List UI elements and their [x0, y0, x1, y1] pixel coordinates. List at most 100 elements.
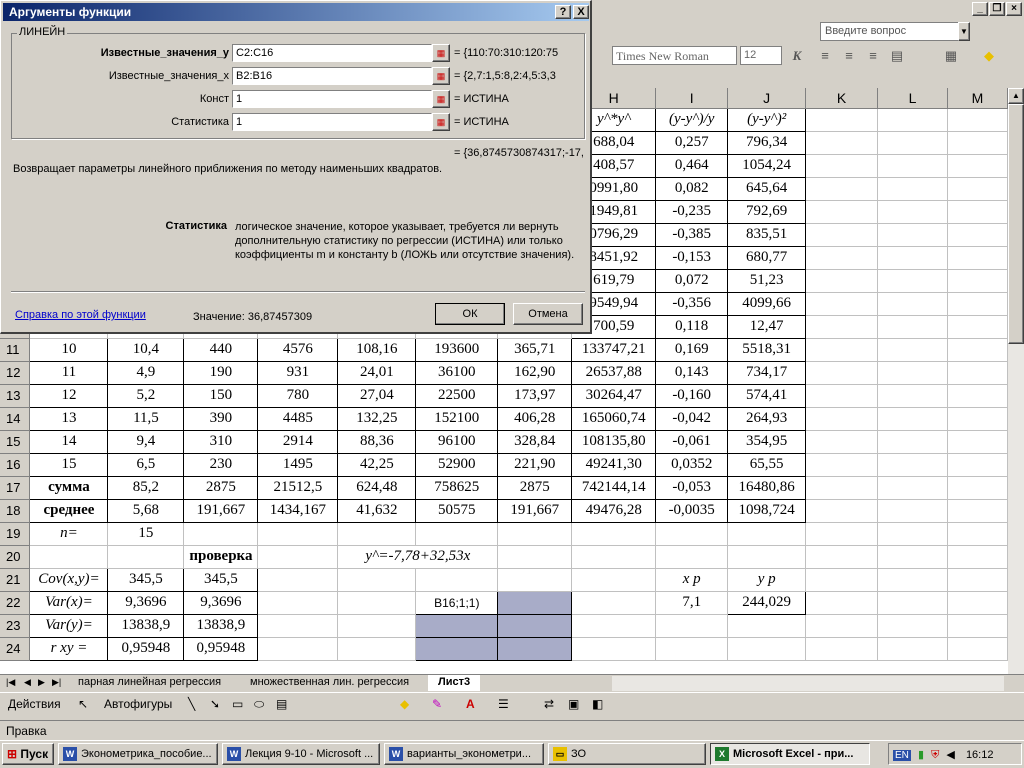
- cell[interactable]: -0,356: [655, 291, 729, 316]
- cell[interactable]: 191,667: [497, 498, 573, 523]
- arg-input[interactable]: B2:B16: [232, 67, 432, 85]
- cell[interactable]: 780: [257, 383, 339, 408]
- cell[interactable]: 742144,14: [571, 475, 657, 500]
- arrow-icon[interactable]: ➘: [210, 697, 220, 711]
- cell[interactable]: 4,9: [107, 360, 185, 385]
- cell[interactable]: 21512,5: [257, 475, 339, 500]
- header-cell-j[interactable]: (y-y^)²: [727, 107, 807, 132]
- cell[interactable]: 0,95948: [183, 636, 259, 661]
- cell[interactable]: 5,68: [107, 498, 185, 523]
- row-header[interactable]: 12: [0, 361, 31, 385]
- cell[interactable]: 88,36: [337, 429, 417, 454]
- cell[interactable]: 4485: [257, 406, 339, 431]
- cell[interactable]: 0,072: [655, 268, 729, 293]
- cell[interactable]: 52900: [415, 452, 499, 477]
- cell[interactable]: 244,029: [727, 590, 807, 615]
- close-icon[interactable]: ×: [1006, 2, 1022, 16]
- cell[interactable]: 165060,74: [571, 406, 657, 431]
- cell[interactable]: 680,77: [727, 245, 807, 270]
- cell[interactable]: 5,2: [107, 383, 185, 408]
- cell[interactable]: 13: [29, 406, 109, 431]
- horizontal-scrollbar[interactable]: [612, 676, 1004, 691]
- cell[interactable]: 328,84: [497, 429, 573, 454]
- volume-icon[interactable]: ◀: [946, 749, 954, 761]
- cell[interactable]: 230: [183, 452, 259, 477]
- font-size-select[interactable]: 12: [740, 46, 782, 65]
- cell[interactable]: 11: [29, 360, 109, 385]
- sheet-tab[interactable]: множественная лин. регрессия: [240, 675, 420, 691]
- cell[interactable]: 0,95948: [107, 636, 185, 661]
- cell[interactable]: 1098,724: [727, 498, 807, 523]
- col-header-l[interactable]: L: [877, 88, 948, 109]
- cell[interactable]: 574,41: [727, 383, 807, 408]
- cell[interactable]: 264,93: [727, 406, 807, 431]
- dialog-close-icon[interactable]: X: [573, 5, 589, 19]
- selected-cell[interactable]: [497, 636, 573, 661]
- cell[interactable]: 440: [183, 337, 259, 362]
- cell[interactable]: 49241,30: [571, 452, 657, 477]
- row-header[interactable]: 17: [0, 476, 31, 500]
- 3d-icon[interactable]: ◧: [592, 697, 603, 711]
- sheet-tab[interactable]: парная линейная регрессия: [68, 675, 232, 691]
- cell[interactable]: сумма: [29, 475, 109, 500]
- cell[interactable]: 345,5: [183, 567, 259, 592]
- cell[interactable]: 0,257: [655, 130, 729, 155]
- cell[interactable]: 42,25: [337, 452, 417, 477]
- cell[interactable]: 758625: [415, 475, 499, 500]
- cell[interactable]: 4099,66: [727, 291, 807, 316]
- cell[interactable]: 6,5: [107, 452, 185, 477]
- selected-cell[interactable]: [497, 590, 573, 615]
- cell[interactable]: 796,34: [727, 130, 807, 155]
- cell[interactable]: 5518,31: [727, 337, 807, 362]
- cell[interactable]: 7,1: [655, 591, 729, 615]
- antivirus-icon[interactable]: ⛨: [931, 749, 939, 761]
- row-header[interactable]: 14: [0, 407, 31, 431]
- cell[interactable]: n=: [29, 522, 109, 546]
- cell[interactable]: 15: [29, 452, 109, 477]
- cell[interactable]: 9,4: [107, 429, 185, 454]
- sheet-tab-active[interactable]: Лист3: [428, 675, 481, 691]
- arg-input[interactable]: 1: [232, 90, 432, 108]
- taskbar-item[interactable]: W Эконометрика_пособие...: [58, 743, 218, 765]
- selected-cell[interactable]: [497, 613, 573, 638]
- arg-input[interactable]: 1: [232, 113, 432, 131]
- oval-icon[interactable]: ⬭: [254, 697, 264, 712]
- cell[interactable]: 50575: [415, 498, 499, 523]
- cell[interactable]: -0,061: [655, 429, 729, 454]
- cell[interactable]: -0,160: [655, 383, 729, 408]
- fill-color-icon[interactable]: ◆: [400, 697, 409, 711]
- scroll-up-icon[interactable]: ▲: [1008, 88, 1024, 104]
- selected-cell[interactable]: [415, 636, 499, 661]
- ok-button[interactable]: ОК: [435, 303, 505, 325]
- cell[interactable]: 65,55: [727, 452, 807, 477]
- first-sheet-icon[interactable]: |◀: [6, 677, 15, 688]
- cell[interactable]: проверка: [183, 545, 259, 569]
- cell[interactable]: 152100: [415, 406, 499, 431]
- cell[interactable]: 108135,80: [571, 429, 657, 454]
- cell[interactable]: 734,17: [727, 360, 807, 385]
- cell-editing-formula[interactable]: B16;1;1): [415, 590, 499, 615]
- row-header[interactable]: 11: [0, 338, 31, 362]
- col-header-i[interactable]: I: [655, 88, 729, 109]
- actions-menu[interactable]: Действия: [8, 697, 61, 711]
- cell[interactable]: 931: [257, 360, 339, 385]
- font-color-icon[interactable]: A: [466, 697, 475, 711]
- cell[interactable]: 835,51: [727, 222, 807, 247]
- line-icon[interactable]: ╲: [188, 697, 195, 711]
- vertical-scrollbar[interactable]: ▲: [1008, 88, 1024, 674]
- cell[interactable]: 310: [183, 429, 259, 454]
- rectangle-icon[interactable]: ▭: [232, 697, 243, 711]
- cell[interactable]: 10: [29, 337, 109, 362]
- taskbar-item[interactable]: ▭ ЗО: [548, 743, 706, 765]
- network-icon[interactable]: ▮: [918, 749, 924, 761]
- row-header[interactable]: 15: [0, 430, 31, 454]
- textbox-icon[interactable]: ▤: [276, 697, 287, 711]
- cell[interactable]: 345,5: [107, 567, 185, 592]
- cell[interactable]: -0,0035: [655, 498, 729, 523]
- header-cell-i[interactable]: (y-y^)/y: [655, 107, 729, 132]
- cell[interactable]: 193600: [415, 337, 499, 362]
- row-header[interactable]: 23: [0, 614, 31, 638]
- cell[interactable]: 191,667: [183, 498, 259, 523]
- align-center-icon[interactable]: ≡: [838, 46, 860, 66]
- align-right-icon[interactable]: ≡: [862, 46, 884, 66]
